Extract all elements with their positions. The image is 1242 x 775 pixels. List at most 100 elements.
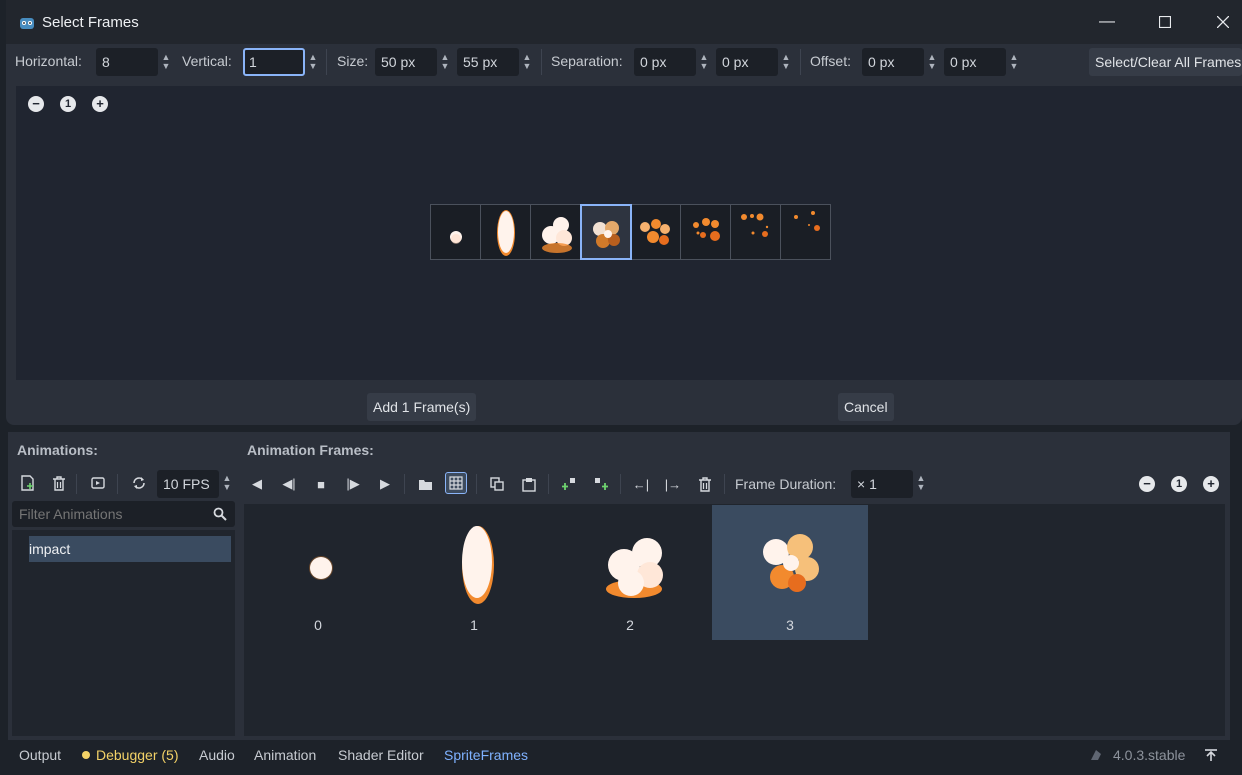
new-animation-button[interactable] bbox=[17, 472, 39, 494]
copy-frame-button[interactable] bbox=[486, 473, 508, 495]
impact-frame-7-icon bbox=[794, 211, 820, 231]
tab-debugger[interactable]: Debugger (5) bbox=[96, 747, 179, 763]
tab-output[interactable]: Output bbox=[19, 747, 61, 763]
vertical-stepper-icon[interactable]: ▲ ▼ bbox=[307, 53, 319, 73]
size-y-stepper-icon[interactable]: ▲ ▼ bbox=[521, 53, 533, 73]
move-left-icon: ←| bbox=[632, 476, 650, 492]
toolbar-divider bbox=[724, 474, 725, 494]
filter-animations-input[interactable] bbox=[12, 501, 207, 527]
frame-index-label: 3 bbox=[786, 617, 794, 633]
size-x-input[interactable]: 50 px bbox=[375, 48, 437, 76]
size-label: Size: bbox=[337, 53, 369, 69]
bottom-panel-tabs bbox=[0, 740, 1242, 775]
play-from-start-icon: |▶ bbox=[346, 476, 360, 491]
loop-button[interactable] bbox=[128, 472, 150, 494]
separation-x-stepper-icon[interactable]: ▲ ▼ bbox=[698, 53, 710, 73]
load-frames-button[interactable] bbox=[414, 473, 436, 495]
expand-panel-icon[interactable] bbox=[1204, 748, 1218, 762]
fps-stepper-icon[interactable]: ▲ ▼ bbox=[221, 474, 233, 494]
play-button[interactable]: ▶ bbox=[374, 473, 396, 495]
frame-index-label: 1 bbox=[470, 617, 478, 633]
zoom-in-icon[interactable]: + bbox=[92, 96, 108, 112]
frame-item-0[interactable]: 0 bbox=[240, 505, 396, 640]
size-y-input[interactable]: 55 px bbox=[457, 48, 519, 76]
sprite-cell-0[interactable] bbox=[431, 205, 481, 259]
toolbar-divider bbox=[548, 474, 549, 494]
separation-y-stepper-icon[interactable]: ▲ ▼ bbox=[780, 53, 792, 73]
delete-animation-button[interactable] bbox=[48, 472, 70, 494]
toolbar-divider bbox=[404, 474, 405, 494]
zoom-reset-icon[interactable]: 1 bbox=[60, 96, 76, 112]
sprite-sheet-strip bbox=[430, 204, 831, 260]
frame-item-2[interactable]: 2 bbox=[552, 505, 708, 640]
move-frame-right-button[interactable]: |→ bbox=[662, 473, 684, 495]
impact-frame-6-icon bbox=[741, 213, 769, 237]
play-backwards-from-start-button[interactable]: ◀| bbox=[278, 473, 300, 495]
select-clear-all-frames-button[interactable]: Select/Clear All Frames bbox=[1089, 48, 1242, 76]
frames-zoom-reset-icon[interactable]: 1 bbox=[1171, 476, 1187, 492]
impact-frame-1-icon bbox=[497, 210, 515, 256]
sprite-cell-6[interactable] bbox=[731, 205, 781, 259]
vertical-input[interactable]: 1 bbox=[243, 48, 305, 76]
zoom-out-icon[interactable]: − bbox=[28, 96, 44, 112]
frame-index-label: 0 bbox=[314, 617, 322, 633]
load-from-sprite-sheet-button[interactable] bbox=[445, 472, 467, 494]
animation-name: impact bbox=[29, 541, 71, 557]
dialog-title: Select Frames bbox=[42, 14, 139, 31]
animations-header: Animations: bbox=[17, 442, 98, 458]
offset-y-input[interactable]: 0 px bbox=[944, 48, 1006, 76]
insert-frame-after-button[interactable] bbox=[590, 473, 612, 495]
delete-frame-button[interactable] bbox=[694, 473, 716, 495]
animation-list-item[interactable]: impact bbox=[29, 536, 231, 562]
horizontal-input[interactable]: 8 bbox=[96, 48, 158, 76]
sprite-cell-7[interactable] bbox=[781, 205, 831, 259]
frame-index-label: 2 bbox=[626, 617, 634, 633]
play-backwards-button[interactable]: ◀ bbox=[246, 473, 268, 495]
horizontal-stepper-icon[interactable]: ▲ ▼ bbox=[160, 53, 172, 73]
frame-duration-input[interactable]: × 1 bbox=[851, 470, 913, 498]
close-button[interactable] bbox=[1194, 0, 1242, 44]
stop-icon: ■ bbox=[317, 476, 325, 492]
sprite-cell-5[interactable] bbox=[681, 205, 731, 259]
sprite-cell-1[interactable] bbox=[481, 205, 531, 259]
godot-logo-icon bbox=[20, 18, 34, 29]
frames-zoom-in-icon[interactable]: + bbox=[1203, 476, 1219, 492]
sprite-cell-4[interactable] bbox=[631, 205, 681, 259]
move-frame-left-button[interactable]: ←| bbox=[630, 473, 652, 495]
minimize-icon: — bbox=[1099, 13, 1115, 30]
maximize-button[interactable] bbox=[1136, 0, 1194, 44]
frame-duration-label: Frame Duration: bbox=[735, 476, 837, 492]
tab-audio[interactable]: Audio bbox=[199, 747, 235, 763]
insert-frame-before-button[interactable] bbox=[558, 473, 580, 495]
autoplay-button[interactable] bbox=[87, 472, 109, 494]
sprite-cell-3[interactable] bbox=[580, 204, 632, 260]
search-icon bbox=[213, 507, 227, 521]
separation-x-input[interactable]: 0 px bbox=[634, 48, 696, 76]
minimize-button[interactable]: — bbox=[1078, 0, 1136, 44]
play-from-start-button[interactable]: |▶ bbox=[342, 473, 364, 495]
frame-duration-stepper-icon[interactable]: ▲ ▼ bbox=[915, 474, 927, 494]
offset-x-input[interactable]: 0 px bbox=[862, 48, 924, 76]
tab-animation[interactable]: Animation bbox=[254, 747, 316, 763]
frames-zoom-out-icon[interactable]: − bbox=[1139, 476, 1155, 492]
filter-animations-box[interactable] bbox=[12, 501, 235, 527]
size-x-stepper-icon[interactable]: ▲ ▼ bbox=[439, 53, 451, 73]
add-frames-button[interactable]: Add 1 Frame(s) bbox=[367, 393, 477, 421]
tab-shader-editor[interactable]: Shader Editor bbox=[338, 747, 424, 763]
toolbar-divider bbox=[76, 474, 77, 494]
tab-spriteframes[interactable]: SpriteFrames bbox=[444, 747, 528, 763]
separation-y-input[interactable]: 0 px bbox=[716, 48, 778, 76]
cancel-button[interactable]: Cancel bbox=[838, 393, 894, 421]
frame-item-3[interactable]: 3 bbox=[712, 505, 868, 640]
sprite-cell-2[interactable] bbox=[531, 205, 581, 259]
offset-y-stepper-icon[interactable]: ▲ ▼ bbox=[1008, 53, 1020, 73]
paste-frame-button[interactable] bbox=[518, 473, 540, 495]
offset-x-stepper-icon[interactable]: ▲ ▼ bbox=[926, 53, 938, 73]
impact-frame-2-icon bbox=[606, 538, 663, 598]
stop-button[interactable]: ■ bbox=[310, 473, 332, 495]
toolbar-divider bbox=[326, 49, 327, 75]
new-file-icon bbox=[21, 475, 34, 491]
frame-item-1[interactable]: 1 bbox=[396, 505, 552, 640]
fps-input[interactable]: 10 FPS bbox=[157, 470, 219, 498]
play-icon: ▶ bbox=[380, 476, 390, 491]
